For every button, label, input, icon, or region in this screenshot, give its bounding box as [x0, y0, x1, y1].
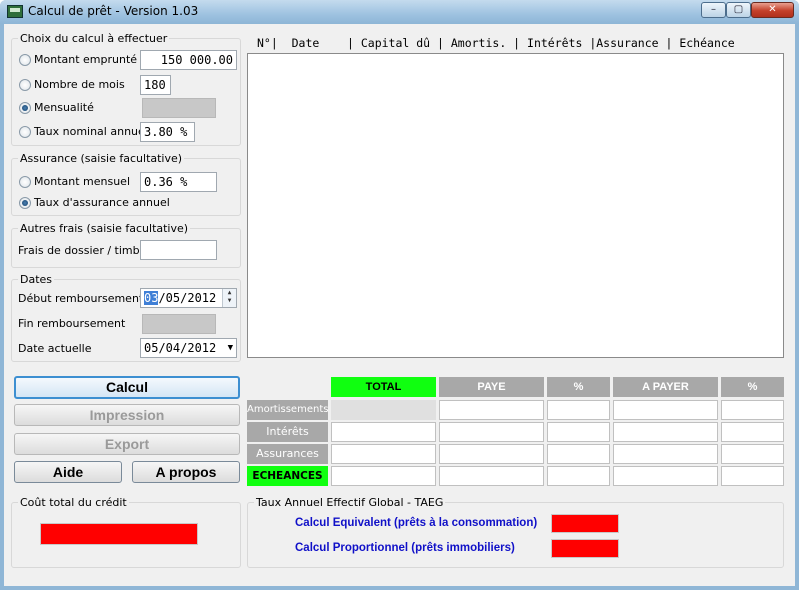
assurance-mensuel-label: Montant mensuel: [34, 175, 131, 188]
debut-day-selection: 03: [144, 291, 159, 305]
frais-dossier-label: Frais de dossier / timbre: [18, 244, 151, 257]
schedule-list[interactable]: [247, 53, 784, 358]
assurance-annuel-label: Taux d'assurance annuel: [34, 196, 170, 209]
cell-amort-apayer-pct: [721, 400, 784, 420]
cell-interets-paye-pct: [547, 422, 610, 442]
row-echeances: ECHEANCES: [247, 466, 328, 486]
montant-label: Montant emprunté: [34, 53, 138, 66]
calc-choice-legend: Choix du calcul à effectuer: [18, 32, 170, 45]
assurance-mensuel-radio[interactable]: [19, 176, 31, 188]
taeg-equivalent-output: [551, 514, 619, 533]
cell-amort-apayer: [613, 400, 718, 420]
mois-input[interactable]: 180: [140, 75, 171, 95]
dates-legend: Dates: [18, 273, 55, 286]
client-area: Choix du calcul à effectuer Montant empr…: [4, 24, 795, 586]
cell-amort-total: [331, 400, 436, 420]
calcul-button[interactable]: Calcul: [14, 376, 240, 399]
calculator-icon: [7, 5, 23, 18]
cout-total-output: [40, 523, 198, 545]
chevron-down-icon[interactable]: ▼: [228, 339, 233, 357]
debut-label: Début remboursement: [18, 292, 144, 305]
cell-echeances-total: [331, 466, 436, 486]
row-assurances: Assurances: [247, 444, 328, 464]
taeg-proportionnel-output: [551, 539, 619, 558]
actuelle-label: Date actuelle: [18, 342, 92, 355]
export-button[interactable]: Export: [14, 433, 240, 455]
frais-legend: Autres frais (saisie facultative): [18, 222, 191, 235]
mois-label: Nombre de mois: [34, 78, 125, 91]
cell-echeances-paye-pct: [547, 466, 610, 486]
mensualite-label: Mensualité: [34, 101, 94, 114]
assurance-mensuel-input[interactable]: 0.36 %: [140, 172, 217, 192]
col-apayer: A PAYER: [613, 377, 718, 397]
cell-assurances-apayer: [613, 444, 718, 464]
cell-echeances-apayer: [613, 466, 718, 486]
col-apayer-pct: %: [721, 377, 784, 397]
montant-radio[interactable]: [19, 54, 31, 66]
frais-dossier-input[interactable]: [140, 240, 217, 260]
debut-date-rest: /05/2012: [158, 291, 217, 305]
debut-date-input[interactable]: 03/05/2012 ▲ ▼: [140, 288, 237, 308]
cell-assurances-total: [331, 444, 436, 464]
maximize-button[interactable]: ▢: [726, 2, 751, 18]
mensualite-radio[interactable]: [19, 102, 31, 114]
row-interets: Intérêts: [247, 422, 328, 442]
app-window: Calcul de prêt - Version 1.03 – ▢ ✕ Choi…: [0, 0, 799, 590]
cell-assurances-paye-pct: [547, 444, 610, 464]
taeg-proportionnel-label: Calcul Proportionnel (prêts immobiliers): [295, 542, 515, 554]
minimize-button[interactable]: –: [701, 2, 726, 18]
cell-echeances-apayer-pct: [721, 466, 784, 486]
mois-radio[interactable]: [19, 79, 31, 91]
taux-input[interactable]: 3.80 %: [140, 122, 195, 142]
row-amortissements: Amortissements: [247, 400, 328, 420]
fin-date-output: [142, 314, 216, 334]
impression-button[interactable]: Impression: [14, 404, 240, 426]
col-paye: PAYE: [439, 377, 544, 397]
cell-interets-apayer-pct: [721, 422, 784, 442]
fin-label: Fin remboursement: [18, 317, 126, 330]
taeg-group: [247, 502, 784, 568]
cell-echeances-paye: [439, 466, 544, 486]
assurance-annuel-radio[interactable]: [19, 197, 31, 209]
cell-assurances-paye: [439, 444, 544, 464]
apropos-button[interactable]: A propos: [132, 461, 240, 483]
col-total: TOTAL: [331, 377, 436, 397]
assurance-legend: Assurance (saisie facultative): [18, 152, 185, 165]
cell-interets-total: [331, 422, 436, 442]
mensualite-output: [142, 98, 216, 118]
date-spinner-icon[interactable]: ▲ ▼: [222, 289, 236, 307]
close-button[interactable]: ✕: [751, 2, 794, 18]
window-title: Calcul de prêt - Version 1.03: [28, 4, 199, 18]
date-actuelle-select[interactable]: 05/04/2012 ▼: [140, 338, 237, 358]
montant-input[interactable]: 150 000.00: [140, 50, 237, 70]
cell-amort-paye: [439, 400, 544, 420]
schedule-header: N°| Date | Capital dû | Amortis. | Intér…: [257, 36, 735, 50]
date-actuelle-value: 05/04/2012: [144, 341, 217, 355]
cell-assurances-apayer-pct: [721, 444, 784, 464]
taux-radio[interactable]: [19, 126, 31, 138]
cell-interets-apayer: [613, 422, 718, 442]
title-bar[interactable]: Calcul de prêt - Version 1.03 – ▢ ✕: [0, 0, 799, 24]
aide-button[interactable]: Aide: [14, 461, 122, 483]
taeg-equivalent-label: Calcul Equivalent (prêts à la consommati…: [295, 517, 538, 529]
cout-legend: Coût total du crédit: [18, 496, 129, 509]
cell-interets-paye: [439, 422, 544, 442]
taux-label: Taux nominal annuel: [34, 125, 148, 138]
taeg-legend: Taux Annuel Effectif Global - TAEG: [254, 496, 446, 509]
cell-amort-paye-pct: [547, 400, 610, 420]
col-paye-pct: %: [547, 377, 610, 397]
